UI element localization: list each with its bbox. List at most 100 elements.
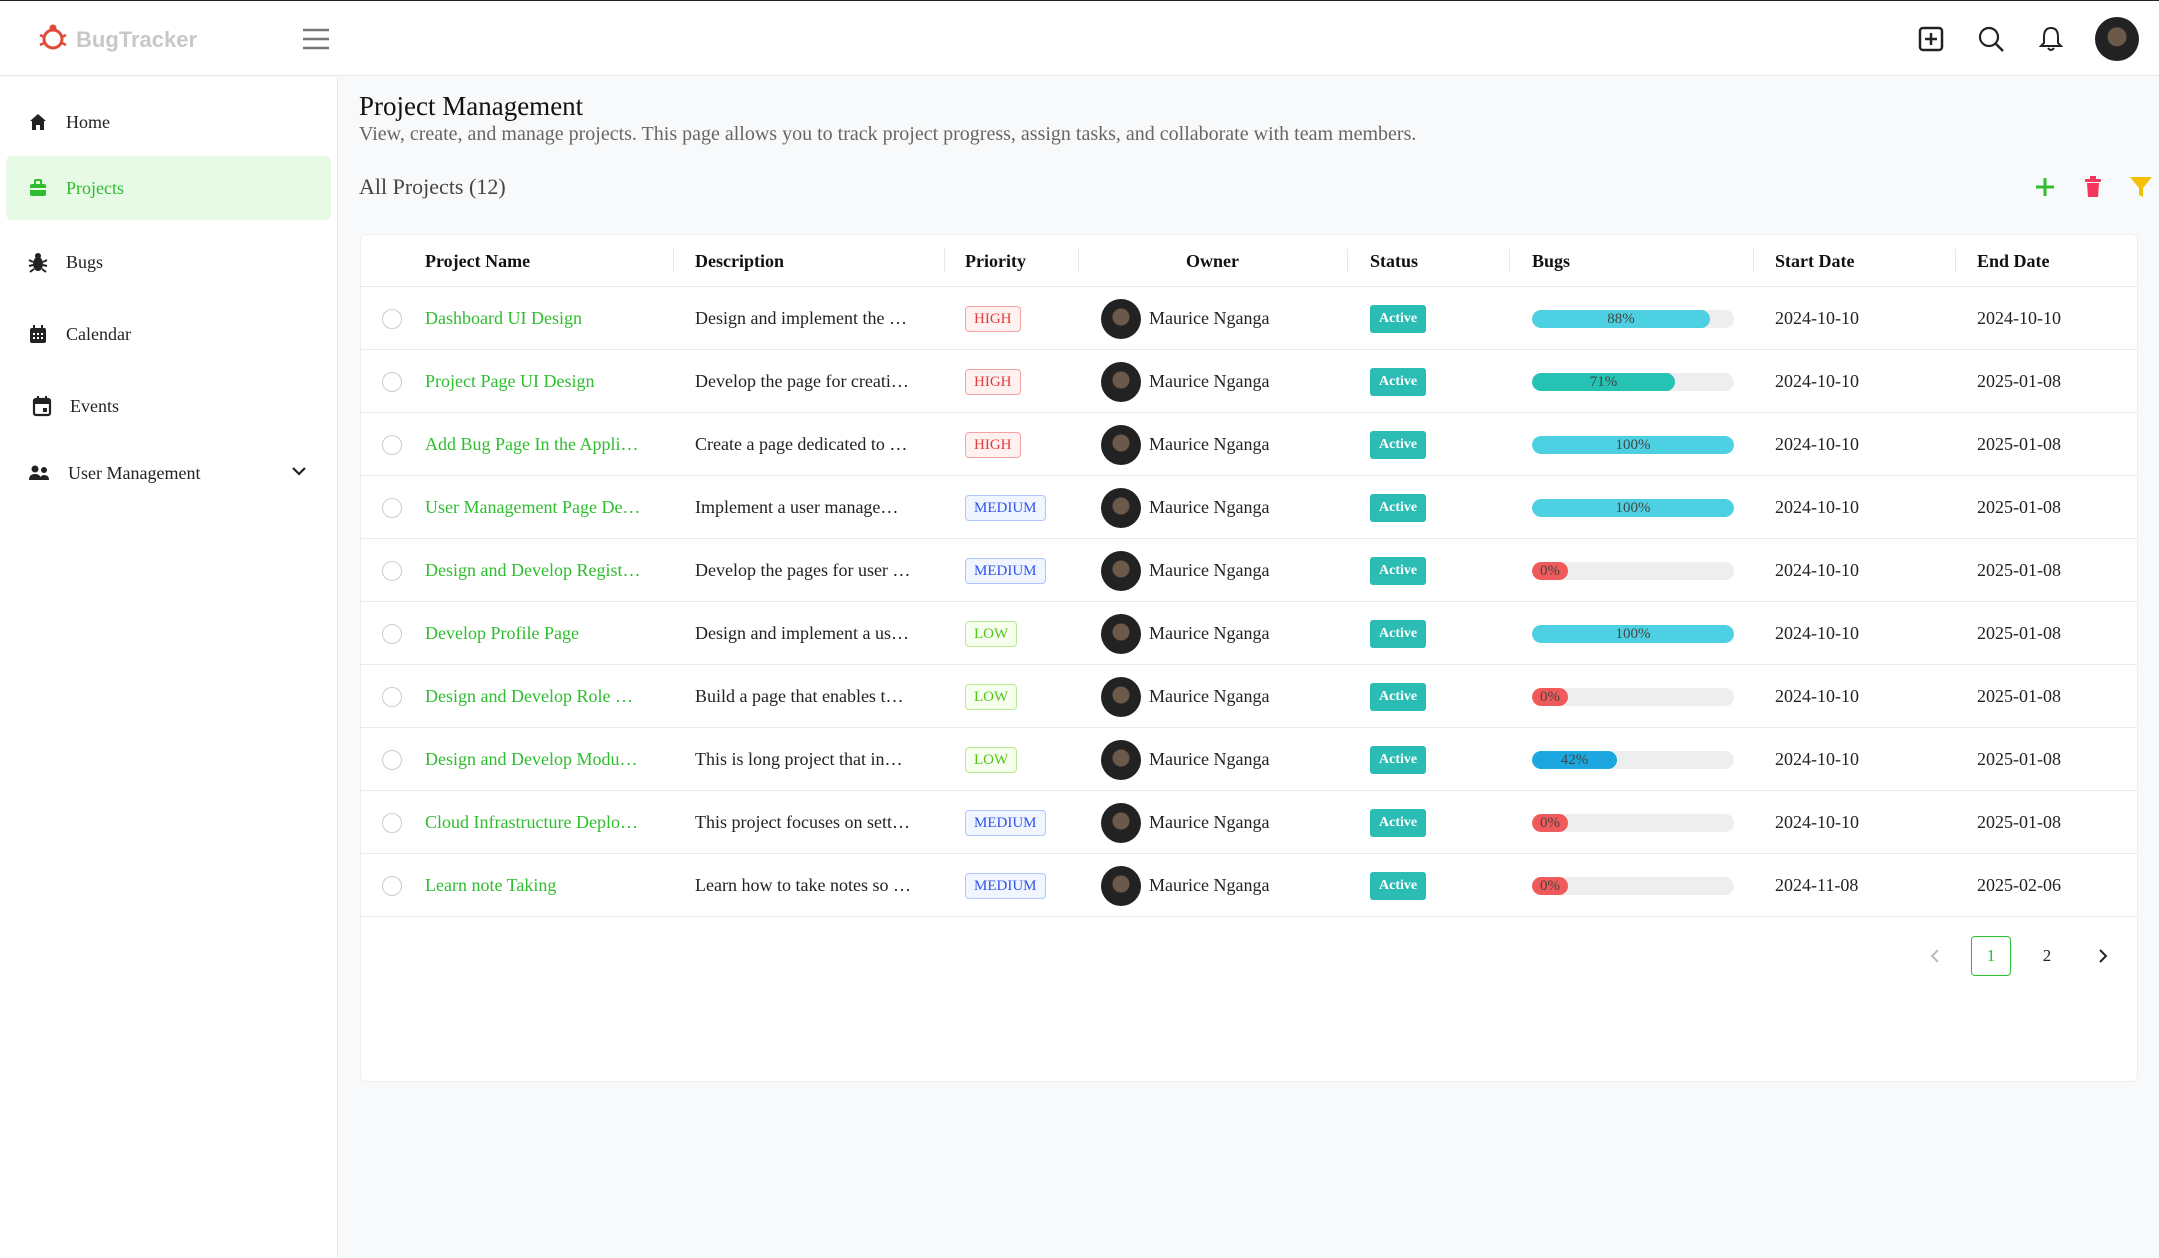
column-header[interactable]: Project Name bbox=[425, 251, 530, 272]
project-name-link[interactable]: Design and Develop Regist… bbox=[425, 539, 655, 602]
table-row[interactable]: Add Bug Page In the Appli… Create a page … bbox=[361, 413, 2137, 476]
column-header[interactable]: Description bbox=[695, 251, 784, 272]
project-name-link[interactable]: User Management Page De… bbox=[425, 476, 655, 539]
row-radio[interactable] bbox=[382, 686, 402, 707]
prev-page-button[interactable] bbox=[1915, 936, 1955, 976]
bugs-cell: 0% bbox=[1532, 854, 1742, 917]
column-header[interactable]: Owner bbox=[1186, 251, 1239, 272]
column-header[interactable]: Bugs bbox=[1532, 251, 1570, 272]
plus-icon bbox=[2036, 178, 2054, 196]
sidebar-item-user-management[interactable]: User Management bbox=[6, 441, 331, 505]
row-select[interactable] bbox=[382, 287, 412, 350]
table-header: Project Name Description Priority Owner … bbox=[361, 235, 2137, 287]
priority-tag: MEDIUM bbox=[965, 557, 1046, 584]
start-date: 2024-10-10 bbox=[1775, 308, 1859, 328]
column-divider[interactable] bbox=[1753, 249, 1754, 273]
project-name-link[interactable]: Design and Develop Role … bbox=[425, 665, 655, 728]
row-select[interactable] bbox=[382, 854, 412, 917]
project-name-link[interactable]: Project Page UI Design bbox=[425, 350, 655, 413]
delete-project-button[interactable] bbox=[2079, 173, 2107, 201]
column-divider[interactable] bbox=[1955, 249, 1956, 273]
column-header[interactable]: Start Date bbox=[1775, 251, 1854, 272]
search-icon[interactable] bbox=[1975, 23, 2007, 55]
column-divider[interactable] bbox=[1078, 249, 1079, 273]
row-radio[interactable] bbox=[382, 371, 402, 392]
page-button-2[interactable]: 2 bbox=[2027, 936, 2067, 976]
filter-button[interactable] bbox=[2127, 173, 2155, 201]
project-name-link[interactable]: Develop Profile Page bbox=[425, 602, 655, 665]
sidebar-item-home[interactable]: Home bbox=[6, 90, 331, 154]
status-badge: Active bbox=[1370, 493, 1427, 522]
row-radio[interactable] bbox=[382, 875, 402, 896]
row-select[interactable] bbox=[382, 539, 412, 602]
status-badge: Active bbox=[1370, 619, 1427, 648]
row-select[interactable] bbox=[382, 728, 412, 791]
column-divider[interactable] bbox=[673, 249, 674, 273]
row-radio[interactable] bbox=[382, 497, 402, 518]
row-radio[interactable] bbox=[382, 434, 402, 455]
project-name-link[interactable]: Learn note Taking bbox=[425, 854, 655, 917]
owner-cell: Maurice Nganga bbox=[1101, 854, 1341, 917]
row-radio[interactable] bbox=[382, 308, 402, 329]
row-select[interactable] bbox=[382, 350, 412, 413]
row-radio[interactable] bbox=[382, 623, 402, 644]
status-badge: Active bbox=[1370, 304, 1427, 333]
sidebar-item-calendar[interactable]: Calendar bbox=[6, 302, 331, 366]
column-header[interactable]: End Date bbox=[1977, 251, 2050, 272]
row-select[interactable] bbox=[382, 602, 412, 665]
sidebar-item-projects[interactable]: Projects bbox=[6, 156, 331, 220]
row-radio[interactable] bbox=[382, 560, 402, 581]
bugs-cell: 42% bbox=[1532, 728, 1742, 791]
table-row[interactable]: Develop Profile Page Design and implement… bbox=[361, 602, 2137, 665]
column-divider[interactable] bbox=[1509, 249, 1510, 273]
owner-cell: Maurice Nganga bbox=[1101, 602, 1341, 665]
status-cell: Active bbox=[1370, 539, 1490, 602]
table-row[interactable]: Design and Develop Regist… Develop the pa… bbox=[361, 539, 2137, 602]
owner-name: Maurice Nganga bbox=[1149, 875, 1270, 895]
start-date: 2024-10-10 bbox=[1775, 497, 1859, 517]
sidebar-item-events[interactable]: Events bbox=[6, 374, 331, 438]
row-radio[interactable] bbox=[382, 812, 402, 833]
owner-name: Maurice Nganga bbox=[1149, 497, 1270, 517]
column-divider[interactable] bbox=[944, 249, 945, 273]
sidebar-item-bugs[interactable]: Bugs bbox=[6, 230, 331, 294]
column-header[interactable]: Status bbox=[1370, 251, 1418, 272]
sidebar-item-label: Bugs bbox=[66, 251, 104, 272]
bugs-progress-bar: 0% bbox=[1532, 813, 1734, 832]
projects-count: All Projects (12) bbox=[359, 174, 506, 199]
table-row[interactable]: Learn note Taking Learn how to take notes… bbox=[361, 854, 2137, 917]
add-square-icon[interactable] bbox=[1915, 23, 1947, 55]
table-row[interactable]: Design and Develop Modu… This is long pro… bbox=[361, 728, 2137, 791]
row-select[interactable] bbox=[382, 665, 412, 728]
project-name-link[interactable]: Dashboard UI Design bbox=[425, 287, 655, 350]
pagination: 1 2 bbox=[1915, 936, 2123, 976]
project-name-link[interactable]: Design and Develop Modu… bbox=[425, 728, 655, 791]
menu-toggle-icon[interactable] bbox=[302, 27, 330, 56]
column-divider[interactable] bbox=[1347, 249, 1348, 273]
row-select[interactable] bbox=[382, 476, 412, 539]
user-avatar[interactable] bbox=[2095, 17, 2139, 61]
project-name-link[interactable]: Add Bug Page In the Appli… bbox=[425, 413, 655, 476]
row-select[interactable] bbox=[382, 791, 412, 854]
end-date: 2024-10-10 bbox=[1977, 308, 2061, 328]
chevron-down-icon[interactable] bbox=[291, 465, 307, 477]
next-page-button[interactable] bbox=[2083, 936, 2123, 976]
add-project-button[interactable] bbox=[2031, 173, 2059, 201]
end-date: 2025-01-08 bbox=[1977, 560, 2061, 580]
table-row[interactable]: Dashboard UI Design Design and implement … bbox=[361, 287, 2137, 350]
row-radio[interactable] bbox=[382, 749, 402, 770]
row-select[interactable] bbox=[382, 413, 412, 476]
table-row[interactable]: Design and Develop Role … Build a page th… bbox=[361, 665, 2137, 728]
page-button-1[interactable]: 1 bbox=[1971, 936, 2011, 976]
status-cell: Active bbox=[1370, 791, 1490, 854]
table-row[interactable]: Cloud Infrastructure Deplo… This project … bbox=[361, 791, 2137, 854]
app-logo[interactable]: BugTracker bbox=[38, 21, 197, 58]
table-row[interactable]: User Management Page De… Implement a user… bbox=[361, 476, 2137, 539]
table-row[interactable]: Project Page UI Design Develop the page f… bbox=[361, 350, 2137, 413]
column-header[interactable]: Priority bbox=[965, 251, 1026, 272]
owner-cell: Maurice Nganga bbox=[1101, 350, 1341, 413]
project-name-link[interactable]: Cloud Infrastructure Deplo… bbox=[425, 791, 655, 854]
end-date: 2025-01-08 bbox=[1977, 749, 2061, 769]
bell-icon[interactable] bbox=[2035, 23, 2067, 55]
status-badge: Active bbox=[1370, 430, 1427, 459]
